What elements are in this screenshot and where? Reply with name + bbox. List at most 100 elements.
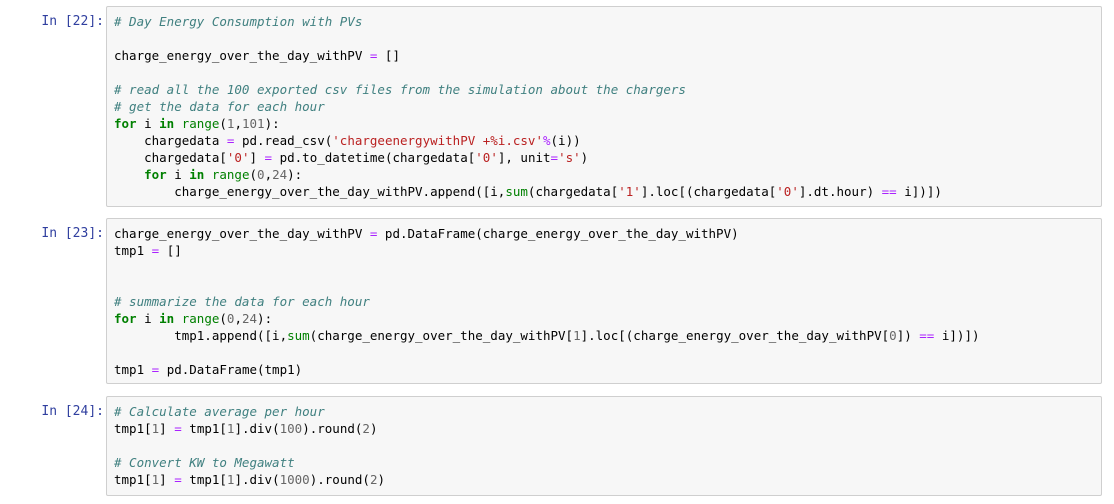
code-line: chargedata['0'] = pd.to_datetime(charged… — [114, 149, 1101, 166]
code-token: for — [114, 116, 137, 131]
code-token: ] — [159, 472, 175, 487]
code-token: sum — [505, 184, 528, 199]
code-token: 0 — [257, 167, 265, 182]
code-block: # Calculate average per hour tmp1[1] = tm… — [107, 397, 1101, 488]
code-token: = — [174, 421, 182, 436]
code-token: '1' — [618, 184, 641, 199]
code-token: ) — [580, 150, 589, 165]
code-token: charge_energy_over_the_day_withPV.append… — [114, 184, 506, 199]
code-token: ( — [219, 311, 227, 326]
code-line: # Day Energy Consumption with PVs — [114, 13, 1101, 30]
code-token: i])]) — [934, 328, 980, 343]
code-token: tmp1[ — [114, 421, 152, 436]
code-token: 24 — [272, 167, 288, 182]
code-token: ) — [377, 472, 385, 487]
code-token: 100 — [279, 421, 303, 436]
code-token: tmp1 — [114, 243, 152, 258]
code-token: ): — [264, 116, 280, 131]
code-line: tmp1 = pd.DataFrame(tmp1) — [114, 361, 1101, 378]
code-input-area[interactable]: # Calculate average per hour tmp1[1] = tm… — [106, 396, 1102, 496]
code-line: tmp1[1] = tmp1[1].div(1000).round(2) — [114, 471, 1101, 488]
code-token: charge_energy_over_the_day_withPV — [114, 48, 370, 63]
code-line: tmp1[1] = tmp1[1].div(100).round(2) — [114, 420, 1101, 437]
code-token: ] — [249, 150, 265, 165]
code-token: ].div( — [234, 421, 280, 436]
code-token: ).round( — [302, 421, 363, 436]
code-token: '0' — [776, 184, 799, 199]
code-token: ].loc[(chargedata[ — [640, 184, 777, 199]
code-token: i — [166, 167, 190, 182]
code-token: # read all the 100 exported csv files fr… — [114, 82, 686, 97]
code-block: # Day Energy Consumption with PVs charge_… — [107, 7, 1101, 200]
code-token: in — [159, 116, 175, 131]
code-line: # Convert KW to Megawatt — [114, 454, 1101, 471]
code-token: range — [181, 116, 220, 131]
code-token: ] — [159, 421, 175, 436]
code-token: in — [159, 311, 175, 326]
code-token: tmp1[ — [181, 472, 227, 487]
code-token: = — [550, 150, 559, 165]
code-token: sum — [287, 328, 310, 343]
code-token: ( — [249, 167, 258, 182]
code-token: pd.DataFrame(tmp1) — [159, 362, 303, 377]
code-token: 'chargeenergywithPV +%i.csv' — [332, 133, 543, 148]
code-token: 's' — [558, 150, 581, 165]
code-token: , — [234, 116, 242, 131]
code-token: ): — [287, 167, 303, 182]
code-token: # get the data for each hour — [114, 99, 325, 114]
code-input-area[interactable]: # Day Energy Consumption with PVs charge_… — [106, 6, 1102, 207]
code-token: ], unit — [497, 150, 551, 165]
code-token: == — [919, 328, 935, 343]
code-block: charge_energy_over_the_day_withPV = pd.D… — [107, 219, 1101, 378]
code-token: pd.DataFrame(charge_energy_over_the_day_… — [377, 226, 739, 241]
code-token: [] — [377, 48, 400, 63]
code-token: = — [264, 150, 273, 165]
code-token: # Day Energy Consumption with PVs — [114, 14, 363, 29]
code-line: chargedata = pd.read_csv('chargeenergywi… — [114, 132, 1101, 149]
code-token: 0 — [889, 328, 897, 343]
code-token: , — [264, 167, 273, 182]
code-input-area[interactable]: charge_energy_over_the_day_withPV = pd.D… — [106, 218, 1102, 384]
code-token: [] — [159, 243, 182, 258]
code-token: ) — [369, 421, 378, 436]
code-token: ]) — [896, 328, 920, 343]
code-token: i — [136, 116, 160, 131]
code-token: 2 — [362, 421, 370, 436]
code-line: tmp1.append([i,sum(charge_energy_over_th… — [114, 327, 1101, 344]
code-line: charge_energy_over_the_day_withPV = pd.D… — [114, 225, 1101, 242]
code-token: ].div( — [234, 472, 280, 487]
code-line: for i in range(1,101): — [114, 115, 1101, 132]
code-token: 24 — [241, 311, 258, 326]
code-token: , — [234, 311, 242, 326]
code-line: for i in range(0,24): — [114, 310, 1101, 327]
code-line: charge_energy_over_the_day_withPV.append… — [114, 183, 1101, 200]
code-line: charge_energy_over_the_day_withPV = [] — [114, 47, 1101, 64]
cell-prompt: In [23]: — [41, 226, 104, 241]
code-token: i — [136, 311, 160, 326]
code-token: (charge_energy_over_the_day_withPV[ — [309, 328, 574, 343]
code-token: # Calculate average per hour — [114, 404, 325, 419]
code-token: tmp1.append([i, — [114, 328, 288, 343]
code-token: == — [881, 184, 897, 199]
code-token: (chargedata[ — [527, 184, 619, 199]
cell-prompt: In [22]: — [41, 14, 104, 29]
code-token: pd.to_datetime(chargedata[ — [272, 150, 476, 165]
code-token: ).round( — [309, 472, 370, 487]
code-line: # get the data for each hour — [114, 98, 1101, 115]
code-line: tmp1 = [] — [114, 242, 1101, 259]
code-token: 1000 — [279, 472, 310, 487]
code-token: ): — [257, 311, 273, 326]
code-token: ].dt.hour) — [798, 184, 882, 199]
code-token: # summarize the data for each hour — [114, 294, 370, 309]
code-token: chargedata — [114, 133, 227, 148]
